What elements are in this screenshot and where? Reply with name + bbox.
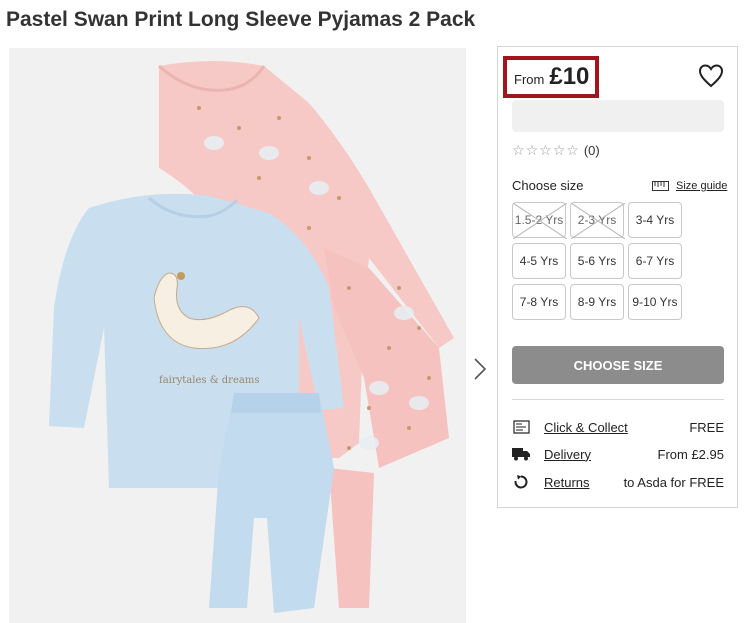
pyjamas-illustration: fairytales & dreams: [9, 48, 466, 623]
choose-size-label: Choose size: [512, 178, 584, 193]
star-icon: ☆: [552, 142, 566, 159]
product-rating[interactable]: ☆ ☆ ☆ ☆ ☆ (0): [512, 143, 600, 158]
purchase-panel: From £10 ☆ ☆ ☆ ☆ ☆ (0) Choose size Size …: [497, 46, 738, 508]
size-option[interactable]: 3-4 Yrs: [628, 202, 682, 238]
star-icon: ☆: [512, 142, 525, 159]
price-value: £10: [549, 63, 590, 90]
size-option[interactable]: 9-10 Yrs: [628, 284, 682, 320]
divider: [512, 399, 724, 400]
star-icon: ☆: [539, 142, 552, 159]
click-collect-icon: [512, 418, 530, 436]
choose-size-button[interactable]: CHOOSE SIZE: [512, 346, 724, 384]
loading-placeholder: [512, 100, 724, 132]
size-option[interactable]: 8-9 Yrs: [570, 284, 624, 320]
returns-link[interactable]: Returns: [544, 475, 590, 490]
click-collect-link[interactable]: Click & Collect: [544, 420, 628, 435]
size-guide-link[interactable]: Size guide: [652, 180, 727, 192]
star-icon: ☆: [525, 142, 539, 159]
size-option[interactable]: 4-5 Yrs: [512, 243, 566, 279]
rating-count: (0): [583, 143, 600, 158]
delivery-option-delivery: Delivery From £2.95: [512, 444, 724, 464]
product-image[interactable]: fairytales & dreams: [9, 48, 466, 623]
heart-icon: [698, 64, 724, 88]
size-option[interactable]: 5-6 Yrs: [570, 243, 624, 279]
next-image-arrow[interactable]: [470, 355, 490, 383]
delivery-truck-icon: [512, 445, 530, 463]
svg-text:fairytales & dreams: fairytales & dreams: [159, 375, 259, 386]
size-option[interactable]: 1.5-2 Yrs: [512, 202, 567, 239]
price-from-label: From: [514, 71, 545, 87]
price-highlight: From £10: [503, 56, 599, 98]
chevron-right-icon: [474, 358, 487, 380]
returns-value: to Asda for FREE: [623, 474, 724, 490]
size-guide-label: Size guide: [676, 180, 728, 192]
size-options: 1.5-2 Yrs 2-3 Yrs 3-4 Yrs 4-5 Yrs 5-6 Yr…: [512, 202, 682, 320]
rating-stars: ☆ ☆ ☆ ☆ ☆: [512, 144, 579, 158]
delivery-value: From £2.95: [657, 446, 724, 462]
returns-icon: [512, 473, 530, 491]
delivery-option-click-collect: Click & Collect FREE: [512, 417, 724, 437]
size-option[interactable]: 2-3 Yrs: [570, 202, 625, 239]
ruler-icon: [652, 181, 669, 191]
click-collect-value: FREE: [689, 419, 724, 435]
size-option[interactable]: 7-8 Yrs: [512, 284, 566, 320]
delivery-link[interactable]: Delivery: [544, 447, 591, 462]
star-icon: ☆: [566, 142, 579, 159]
product-title: Pastel Swan Print Long Sleeve Pyjamas 2 …: [6, 8, 476, 31]
delivery-option-returns: Returns to Asda for FREE: [512, 472, 724, 492]
wishlist-button[interactable]: [697, 63, 725, 89]
size-option[interactable]: 6-7 Yrs: [628, 243, 682, 279]
